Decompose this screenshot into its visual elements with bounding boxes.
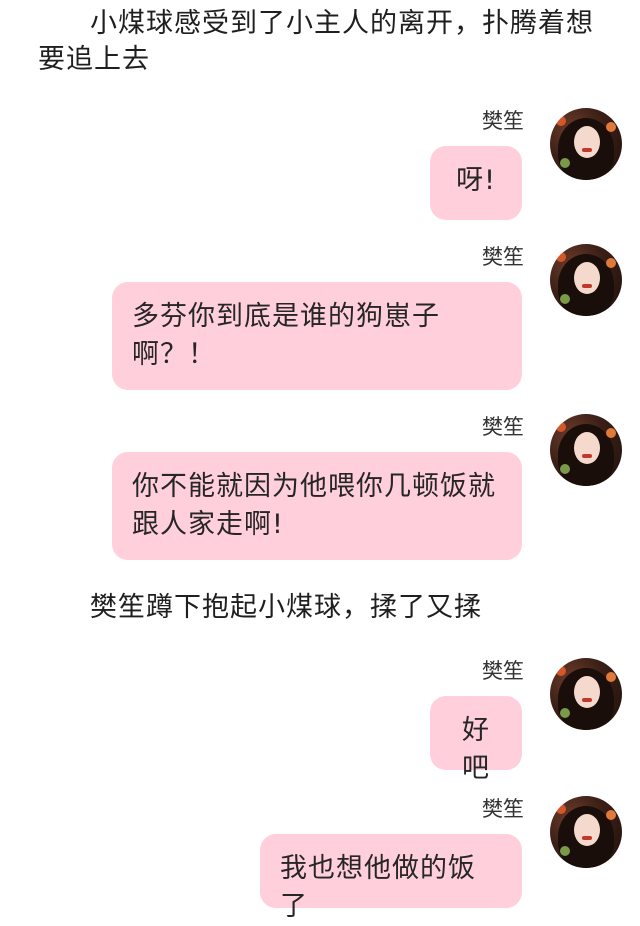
- chat-message: 樊笙 呀!: [22, 108, 622, 228]
- message-bubble[interactable]: 我也想他做的饭了: [260, 834, 522, 922]
- narration-text: 樊笙蹲下抱起小煤球，揉了又揉: [90, 592, 482, 623]
- chat-message: 樊笙 你不能就因为他喂你几顿饭就跟人家走啊!: [22, 414, 622, 574]
- narration-text: 小煤球感受到了小主人的离开，扑腾着想要追上去: [38, 8, 594, 75]
- message-bubble[interactable]: 多芬你到底是谁的狗崽子啊？！: [112, 282, 522, 390]
- avatar[interactable]: [550, 658, 622, 730]
- message-bubble[interactable]: 好吧: [430, 696, 522, 784]
- sender-name: 樊笙: [482, 797, 524, 821]
- message-bubble[interactable]: 你不能就因为他喂你几顿饭就跟人家走啊!: [112, 452, 522, 560]
- avatar[interactable]: [550, 796, 622, 868]
- chat-message: 樊笙 好吧: [22, 658, 622, 784]
- sender-name: 樊笙: [482, 109, 524, 133]
- chat-message: 樊笙 我也想他做的饭了: [22, 796, 622, 922]
- chat-message: 樊笙 多芬你到底是谁的狗崽子啊？！: [22, 244, 622, 404]
- sender-name: 樊笙: [482, 245, 524, 269]
- message-bubble[interactable]: 呀!: [430, 146, 522, 220]
- avatar[interactable]: [550, 244, 622, 316]
- avatar[interactable]: [550, 108, 622, 180]
- sender-name: 樊笙: [482, 659, 524, 683]
- avatar[interactable]: [550, 414, 622, 486]
- sender-name: 樊笙: [482, 415, 524, 439]
